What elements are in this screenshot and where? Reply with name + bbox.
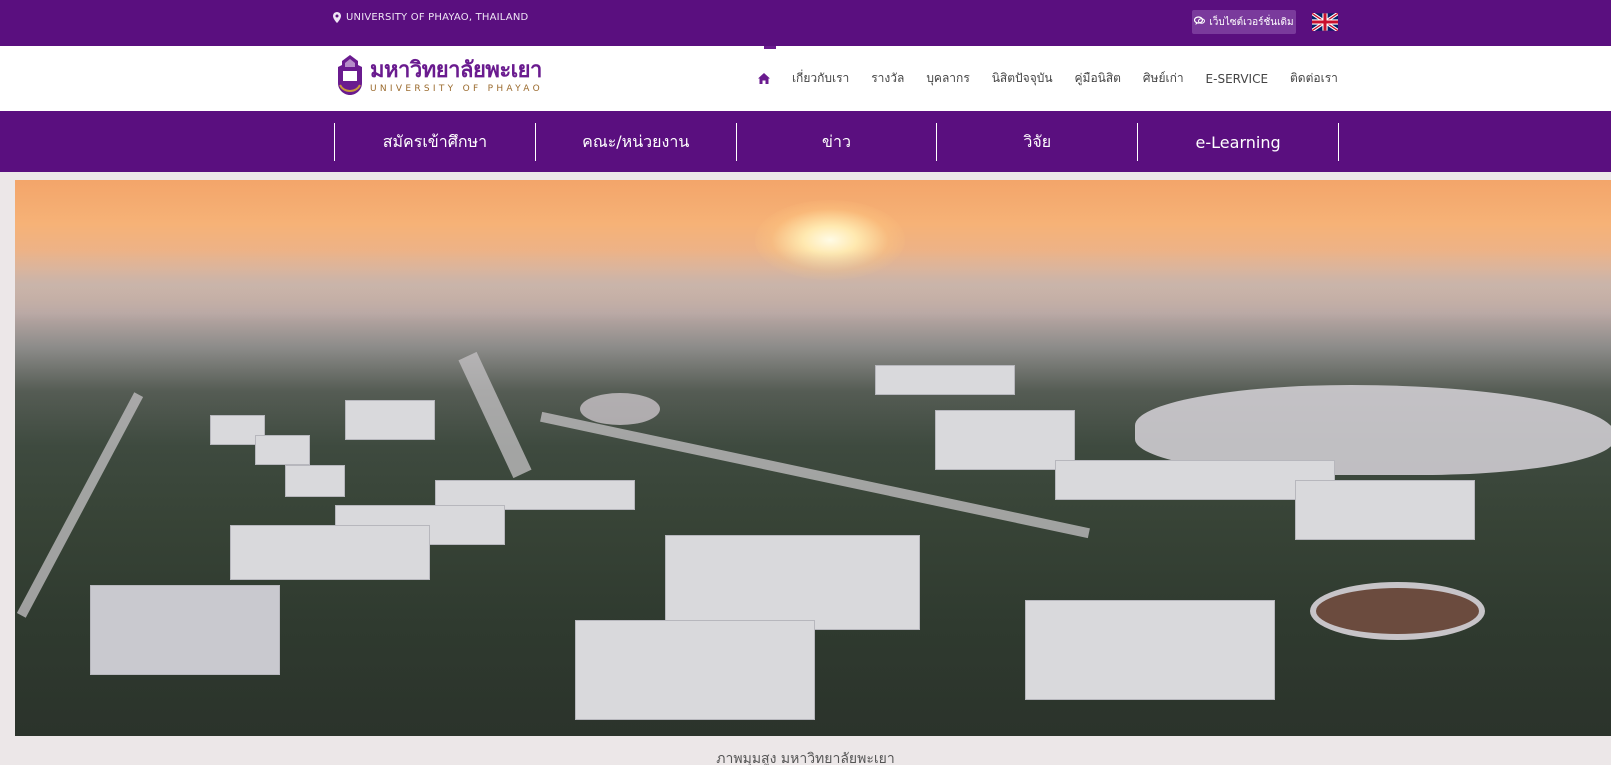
hero-building	[935, 410, 1075, 470]
nav-about[interactable]: เกี่ยวกับเรา	[792, 69, 849, 88]
home-icon[interactable]	[758, 73, 770, 84]
hero-building	[1295, 480, 1475, 540]
nav-contact[interactable]: ติดต่อเรา	[1290, 69, 1338, 88]
menu-research[interactable]: วิจัย	[937, 123, 1139, 161]
hero-building	[90, 585, 280, 675]
nav-student-handbook[interactable]: คู่มือนิสิต	[1075, 69, 1121, 88]
logo-english-text: UNIVERSITY OF PHAYAO	[370, 84, 543, 94]
hero-roundabout	[1310, 582, 1485, 640]
hero-lake-small	[580, 393, 660, 425]
nav-staff[interactable]: บุคลากร	[926, 69, 969, 88]
hero-building	[875, 365, 1015, 395]
hero-building	[255, 435, 310, 465]
nav-e-service[interactable]: E-SERVICE	[1206, 72, 1269, 86]
old-website-label: เว็บไซต์เวอร์ชั่นเดิม	[1209, 16, 1294, 28]
menu-e-learning[interactable]: e-Learning	[1138, 123, 1339, 161]
logo-thai-text: มหาวิทยาลัยพะเยา	[370, 58, 542, 83]
location-text: UNIVERSITY OF PHAYAO, THAILAND	[346, 12, 529, 23]
hero-caption: ภาพมุมสูง มหาวิทยาลัยพะเยา	[716, 751, 895, 765]
uk-flag-icon[interactable]	[1311, 11, 1339, 33]
nav-current-students[interactable]: นิสิตปัจจุบัน	[992, 69, 1053, 88]
chat-icon	[1194, 15, 1206, 29]
university-crest-icon	[334, 53, 366, 101]
main-menu-bar: สมัครเข้าศึกษา คณะ/หน่วยงาน ข่าว วิจัย e…	[0, 111, 1611, 172]
old-website-button[interactable]: เว็บไซต์เวอร์ชั่นเดิม	[1192, 10, 1296, 34]
hero-building	[230, 525, 430, 580]
hero-building	[345, 400, 435, 440]
hero-building	[575, 620, 815, 720]
main-menu: สมัครเข้าศึกษา คณะ/หน่วยงาน ข่าว วิจัย e…	[334, 123, 1339, 161]
hero-building	[1055, 460, 1335, 500]
hero-campus-aerial-image	[15, 180, 1611, 736]
top-bar: UNIVERSITY OF PHAYAO, THAILAND เว็บไซต์เ…	[0, 0, 1611, 46]
hero-road	[16, 392, 144, 618]
hero-building	[285, 465, 345, 497]
map-pin-icon	[333, 12, 341, 23]
hero-building	[665, 535, 920, 630]
hero-building	[1025, 600, 1275, 700]
location-info: UNIVERSITY OF PHAYAO, THAILAND	[333, 12, 528, 23]
menu-admission[interactable]: สมัครเข้าศึกษา	[335, 123, 536, 161]
university-logo[interactable]: มหาวิทยาลัยพะเยา UNIVERSITY OF PHAYAO	[334, 52, 554, 102]
top-navigation: เกี่ยวกับเรา รางวัล บุคลากร นิสิตปัจจุบั…	[758, 46, 1338, 111]
menu-faculties[interactable]: คณะ/หน่วยงาน	[536, 123, 737, 161]
hero-haze	[15, 250, 1611, 320]
site-header: มหาวิทยาลัยพะเยา UNIVERSITY OF PHAYAO เก…	[0, 46, 1611, 111]
nav-awards[interactable]: รางวัล	[871, 69, 904, 88]
menu-news[interactable]: ข่าว	[737, 123, 938, 161]
hero-road	[458, 351, 532, 479]
nav-alumni[interactable]: ศิษย์เก่า	[1143, 69, 1184, 88]
